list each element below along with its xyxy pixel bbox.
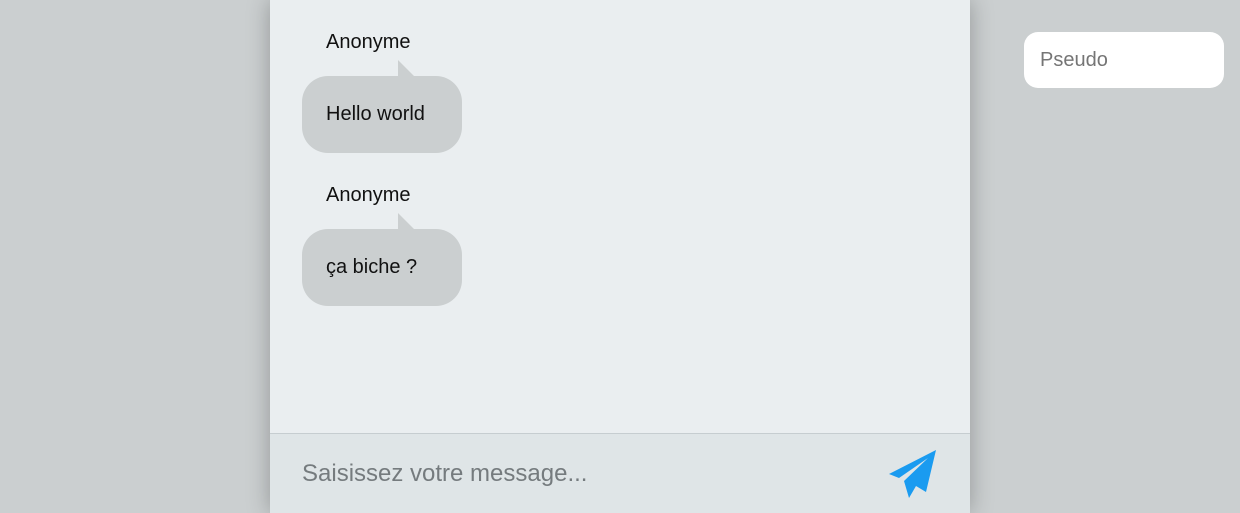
message-bubble: Hello world [302,60,462,153]
message-list[interactable]: Anonyme Hello world Anonyme ça biche ? [270,0,970,433]
message-text: ça biche ? [326,256,418,278]
message-input[interactable] [302,452,862,496]
pseudo-input[interactable] [1024,32,1224,88]
message-item: Anonyme ça biche ? [302,183,462,306]
message-author: Anonyme [326,184,411,206]
send-button[interactable] [886,448,942,500]
message-composer [270,433,970,513]
message-author: Anonyme [326,31,411,53]
chat-panel: Anonyme Hello world Anonyme ça biche ? [270,0,970,513]
message-item: Anonyme Hello world [302,30,462,153]
paper-plane-icon [889,450,936,498]
message-text: Hello world [326,103,425,125]
message-bubble: ça biche ? [302,213,462,306]
